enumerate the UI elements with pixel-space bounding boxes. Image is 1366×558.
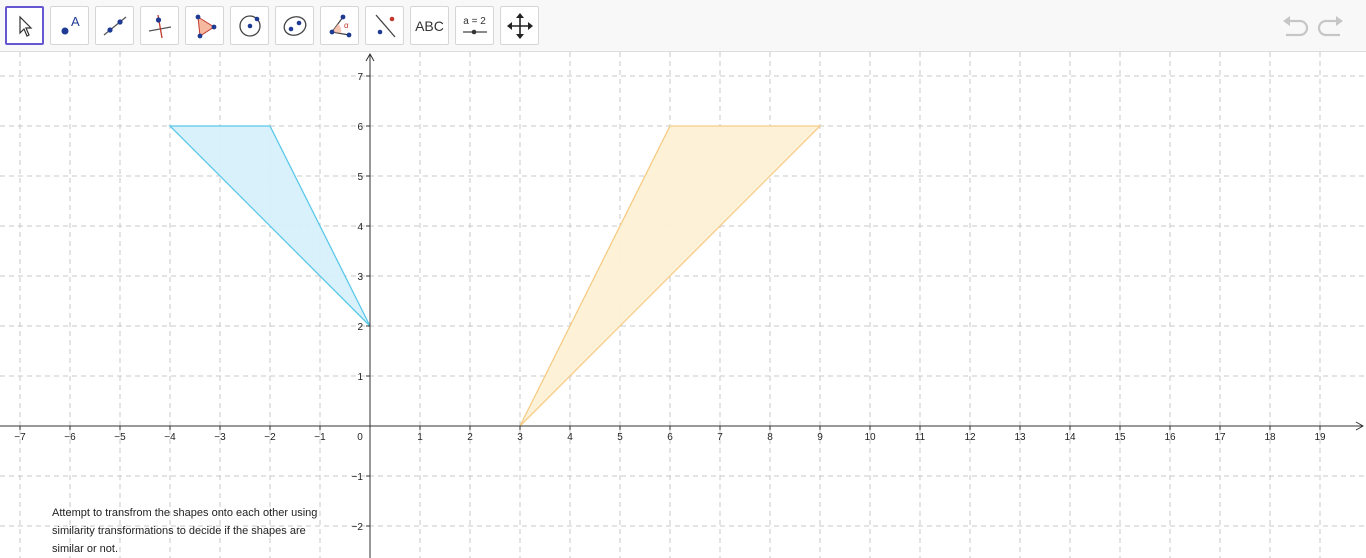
y-tick-label: 4: [357, 222, 363, 233]
point-tool-button[interactable]: A: [50, 6, 89, 45]
instruction-text: Attempt to transfrom the shapes onto eac…: [52, 507, 318, 555]
ellipse-tool-button[interactable]: [275, 6, 314, 45]
x-tick-label: 14: [1064, 432, 1076, 443]
move-graphics-view-tool-button[interactable]: [500, 6, 539, 45]
ellipse-icon: [283, 15, 306, 36]
x-tick-label: 18: [1264, 432, 1276, 443]
x-tick-label: 10: [864, 432, 876, 443]
undo-button[interactable]: [1280, 12, 1310, 40]
x-tick-label: 15: [1114, 432, 1126, 443]
x-tick-label: 11: [915, 432, 926, 443]
y-tick-label: 3: [357, 272, 363, 283]
y-tick-label: 2: [357, 322, 363, 333]
undo-icon: [1283, 16, 1309, 37]
pointer-arrow-icon: [18, 15, 32, 37]
x-tick-label: 6: [667, 432, 673, 443]
x-tick-label: 0: [357, 432, 363, 443]
x-tick-label: 1: [417, 432, 423, 443]
slider-icon: a = 2: [462, 16, 488, 35]
x-tick-label: 2: [467, 432, 473, 443]
graphics-view[interactable]: −7 −6 −5 −4 −3 −2 −1 0 1 2 3 4 5 6 7 8 9 10 11 12 13 14 15 16 17…: [0, 52, 1366, 558]
x-tick-label: −3: [214, 432, 226, 443]
toolbar: A α ABC a = 2: [0, 0, 1366, 52]
line-through-two-points-icon: [103, 15, 126, 36]
point-tool-label: A: [71, 14, 80, 29]
perpendicular-line-icon: [148, 14, 171, 38]
polygon-tool-button[interactable]: [185, 6, 224, 45]
reflect-tool-button[interactable]: [365, 6, 404, 45]
x-tick-label: 16: [1164, 432, 1176, 443]
x-tick-label: 13: [1014, 432, 1026, 443]
slider-tool-button[interactable]: a = 2: [455, 6, 494, 45]
redo-icon: [1317, 16, 1343, 37]
angle-icon: α: [329, 14, 351, 37]
y-tick-label: −1: [352, 472, 364, 483]
x-tick-label: 5: [617, 432, 623, 443]
slider-tool-label: a = 2: [463, 16, 486, 27]
x-tick-label: −6: [64, 432, 76, 443]
circle-with-center-icon: [238, 14, 261, 37]
perpendicular-line-tool-button[interactable]: [140, 6, 179, 45]
point-with-label-icon: A: [61, 14, 80, 34]
move-arrows-icon: [506, 12, 533, 39]
x-tick-label: −5: [114, 432, 126, 443]
x-tick-label: 12: [964, 432, 976, 443]
line-tool-button[interactable]: [95, 6, 134, 45]
x-tick-label: −2: [264, 432, 276, 443]
x-tick-label: 4: [567, 432, 573, 443]
y-tick-label: 1: [357, 372, 363, 383]
circle-tool-button[interactable]: [230, 6, 269, 45]
reflect-about-line-icon: [375, 14, 395, 37]
y-tick-label: 6: [357, 122, 363, 133]
x-tick-label: −4: [164, 432, 176, 443]
redo-button[interactable]: [1316, 12, 1346, 40]
x-tick-label: 8: [767, 432, 773, 443]
move-tool-button[interactable]: [5, 6, 44, 45]
x-tick-label: 9: [817, 432, 823, 443]
x-tick-label: 17: [1214, 432, 1226, 443]
x-tick-label: −7: [14, 432, 26, 443]
text-tool-label: ABC: [415, 17, 444, 34]
polygon-icon: [195, 14, 216, 38]
y-tick-label: 5: [357, 172, 363, 183]
y-tick-label: 7: [357, 72, 363, 83]
angle-tool-label: α: [344, 21, 349, 30]
x-tick-label: −1: [314, 432, 326, 443]
x-tick-label: 19: [1314, 432, 1326, 443]
x-tick-label: 7: [717, 432, 723, 443]
x-tick-label: 3: [517, 432, 523, 443]
angle-tool-button[interactable]: α: [320, 6, 359, 45]
text-tool-button[interactable]: ABC: [410, 6, 449, 45]
y-tick-label: −2: [352, 522, 364, 533]
